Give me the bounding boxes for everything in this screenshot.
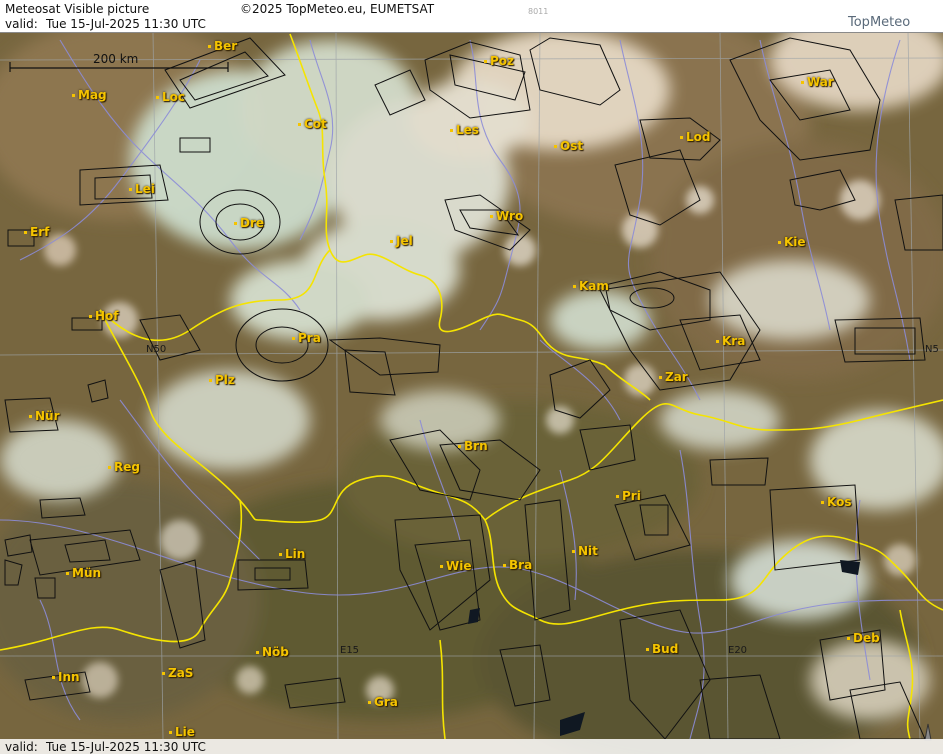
city-label-ber: Ber (207, 39, 238, 53)
city-label-wro: Wro (489, 209, 524, 223)
footer-valid-time: Tue 15-Jul-2025 11:30 UTC (46, 740, 206, 754)
city-label-wie: Wie (440, 559, 472, 573)
city-label-ost: Ost (553, 139, 584, 153)
grid-label-e15: E15 (340, 645, 360, 656)
city-label-pri: Pri (616, 489, 641, 503)
city-label-zar: Zar (659, 370, 688, 384)
city-label-war: War (801, 75, 834, 89)
city-label-kam: Kam (573, 279, 609, 293)
city-label-bud: Bud (645, 642, 679, 656)
city-label-mun: Mün (65, 566, 102, 580)
valid-label: valid: (5, 17, 38, 31)
valid-time: Tue 15-Jul-2025 11:30 UTC (46, 17, 206, 31)
grid-label-n50: N50 (146, 344, 167, 355)
map-header: Meteosat Visible picture ©2025 TopMeteo.… (0, 0, 943, 33)
city-label-lin: Lin (278, 547, 306, 561)
city-label-gra: Gra (368, 695, 398, 709)
city-label-pra: Pra (292, 331, 321, 345)
city-label-mag: Mag (72, 88, 107, 102)
city-label-lie: Lie (169, 725, 195, 739)
city-label-bra: Bra (502, 558, 533, 572)
city-label-brn: Brn (458, 439, 488, 453)
city-label-loc: Loc (155, 90, 186, 104)
city-label-les: Les (450, 123, 479, 137)
city-label-kie: Kie (778, 235, 806, 249)
city-label-kos: Kos (820, 495, 852, 509)
city-label-dre: Dre (233, 216, 265, 230)
map-title: Meteosat Visible picture (5, 2, 150, 16)
city-label-reg: Reg (108, 460, 140, 474)
city-label-lod: Lod (679, 130, 711, 144)
city-label-inn: Inn (52, 670, 80, 684)
satellite-map (0, 0, 943, 754)
city-label-cot: Cot (298, 117, 327, 131)
city-label-poz: Poz (483, 54, 515, 68)
city-label-nur: Nür (29, 409, 60, 423)
city-label-erf: Erf (23, 225, 50, 239)
city-label-plz: Plz (209, 373, 235, 387)
topmeteo-logo: TopMeteo (848, 15, 911, 30)
city-label-zas: ZaS (161, 666, 194, 680)
city-label-hof: Hof (89, 309, 119, 323)
city-label-deb: Deb (847, 631, 880, 645)
city-label-nob: Nöb (256, 645, 289, 659)
copyright: ©2025 TopMeteo.eu, EUMETSAT (240, 2, 435, 16)
city-label-kra: Kra (715, 334, 746, 348)
footer-valid-label: valid: (5, 740, 38, 754)
city-label-lei: Lei (129, 182, 155, 196)
city-label-jel: Jel (390, 234, 413, 248)
grid-label-e20: E20 (728, 645, 748, 656)
image-code: 8011 (528, 7, 549, 16)
city-label-nit: Nit (572, 544, 598, 558)
map-footer: valid: Tue 15-Jul-2025 11:30 UTC (0, 739, 943, 754)
grid-label-n50-right: N5 (925, 344, 939, 355)
scale-label: 200 km (93, 52, 139, 66)
